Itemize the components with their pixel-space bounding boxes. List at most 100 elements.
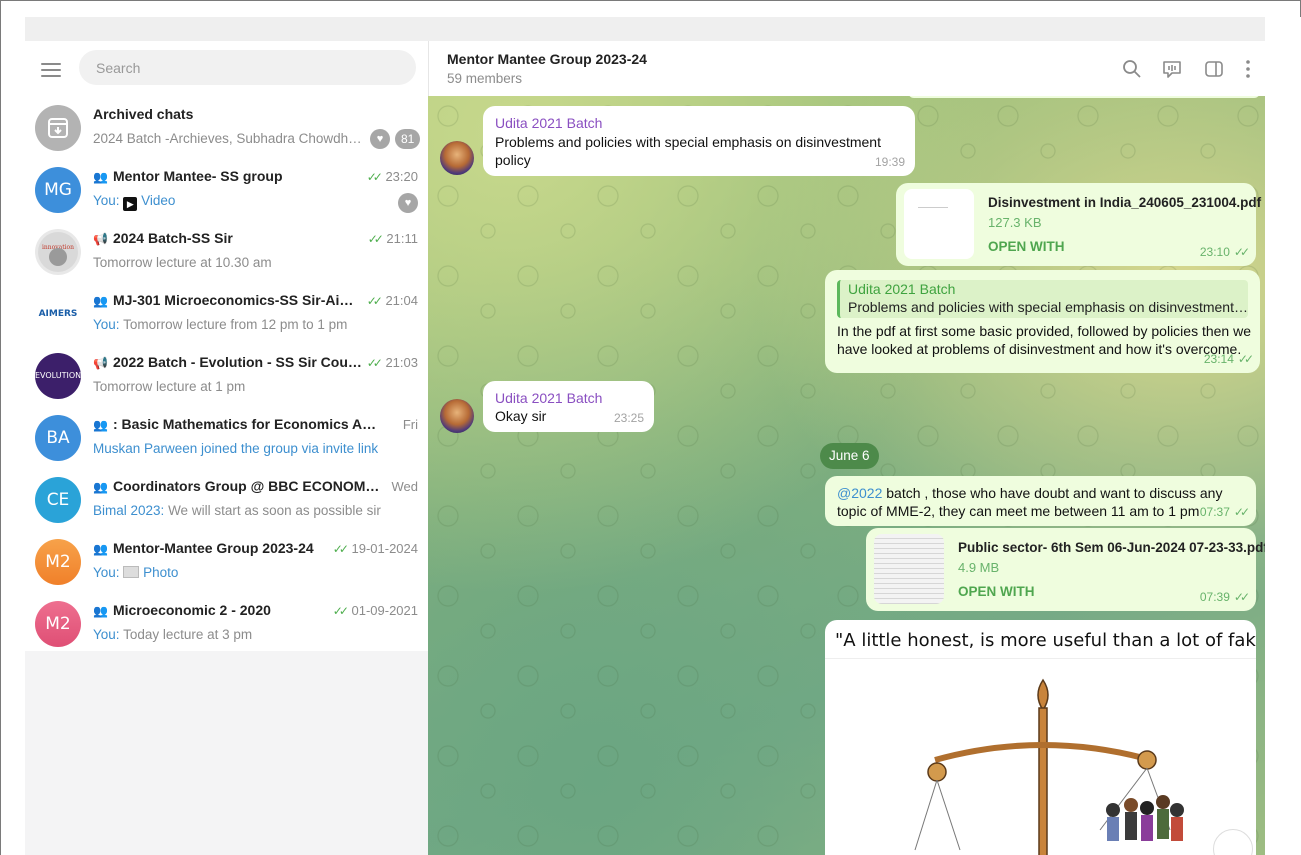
double-check-icon: ✓✓ bbox=[366, 294, 383, 308]
file-thumbnail[interactable] bbox=[904, 189, 974, 259]
chat-item[interactable]: M2 👥 Mentor-Mantee Group 2023-24 ✓✓ 19-01… bbox=[25, 533, 428, 595]
chat-item[interactable]: MG 👥 Mentor Mantee- SS group ✓✓ 23:20 You… bbox=[25, 161, 428, 223]
avatar: BA bbox=[35, 415, 81, 461]
reply-sender: Udita 2021 Batch bbox=[848, 281, 956, 297]
chat-header-title: Mentor Mantee Group 2023-24 bbox=[447, 51, 647, 67]
search-input[interactable] bbox=[79, 50, 416, 85]
avatar: AIMERS bbox=[35, 291, 81, 337]
double-check-icon: ✓✓ bbox=[1233, 590, 1250, 604]
chat-preview: Bimal 2023: We will start as soon as pos… bbox=[93, 503, 381, 518]
unread-count-badge: 81 bbox=[395, 129, 421, 149]
file-name: Disinvestment in India_240605_231004.pdf bbox=[988, 195, 1262, 210]
avatar: M2 bbox=[35, 539, 81, 585]
group-icon: 👥 bbox=[93, 480, 108, 494]
chat-item[interactable]: EVOLUTION 📢 2022 Batch - Evolution - SS S… bbox=[25, 347, 428, 409]
chat-item[interactable]: BA 👥: Basic Mathematics for Economics An… bbox=[25, 409, 428, 471]
archived-preview: 2024 Batch -Archieves, Subhadra Chowdhu.… bbox=[93, 131, 363, 146]
chat-list: Archived chats 2024 Batch -Archieves, Su… bbox=[25, 41, 428, 651]
group-icon: 👥 bbox=[93, 542, 108, 556]
message-time: 23:14 ✓✓ bbox=[1203, 352, 1254, 366]
message-time: 19:39 bbox=[874, 155, 905, 169]
double-check-icon: ✓✓ bbox=[1233, 245, 1250, 259]
chat-time: ✓✓ 21:03 bbox=[366, 355, 418, 370]
chat-title: 📢 2022 Batch - Evolution - SS Sir Course bbox=[93, 354, 363, 370]
file-message[interactable]: Public sector- 6th Sem 06-Jun-2024 07-23… bbox=[866, 528, 1265, 611]
voice-chat-icon[interactable] bbox=[1161, 58, 1183, 80]
chat-list-sidebar: Archived chats 2024 Batch -Archieves, Su… bbox=[25, 41, 428, 855]
avatar[interactable] bbox=[440, 399, 474, 433]
hamburger-menu-icon[interactable] bbox=[39, 59, 63, 79]
archived-title: Archived chats bbox=[93, 106, 194, 122]
photo-icon bbox=[123, 566, 140, 578]
message-bubble[interactable]: @2022 batch , those who have doubt and w… bbox=[825, 476, 1256, 526]
double-check-icon: ✓✓ bbox=[1237, 352, 1254, 366]
member-count: 59 members bbox=[447, 71, 523, 86]
scales-illustration bbox=[914, 678, 1184, 855]
file-size: 4.9 MB bbox=[958, 560, 1000, 575]
chat-header[interactable]: Mentor Mantee Group 2023-24 59 members bbox=[428, 41, 1265, 96]
chat-item[interactable]: innovation 📢 2024 Batch-SS Sir ✓✓ 21:11 T… bbox=[25, 223, 428, 285]
file-thumbnail[interactable] bbox=[874, 534, 944, 604]
reply-message[interactable]: Udita 2021 Batch Problems and policies w… bbox=[825, 270, 1260, 373]
avatar: M2 bbox=[35, 601, 81, 647]
group-icon: 👥 bbox=[93, 294, 108, 308]
message-bubble[interactable]: Udita 2021 Batch Problems and policies w… bbox=[483, 106, 915, 176]
avatar: CE bbox=[35, 477, 81, 523]
chat-preview: You: ▶ Video bbox=[93, 193, 176, 211]
channel-icon: 📢 bbox=[93, 232, 108, 246]
chat-item[interactable]: CE 👥 Coordinators Group @ BBC ECONOMICS W… bbox=[25, 471, 428, 533]
date-separator: June 6 bbox=[820, 443, 879, 469]
double-check-icon: ✓✓ bbox=[332, 604, 349, 618]
message-bubble[interactable]: Udita 2021 Batch Okay sir 23:25 bbox=[483, 381, 654, 432]
message-time: 23:25 bbox=[613, 411, 644, 425]
play-icon: ▶ bbox=[123, 197, 138, 211]
open-with-button[interactable]: OPEN WITH bbox=[988, 238, 1065, 256]
file-size: 127.3 KB bbox=[988, 215, 1042, 230]
chat-title: 👥 Coordinators Group @ BBC ECONOMICS bbox=[93, 478, 383, 494]
mention-link[interactable]: @2022 bbox=[837, 485, 882, 501]
chat-title: 👥 Mentor-Mantee Group 2023-24 bbox=[93, 540, 314, 556]
chat-time: ✓✓ 23:20 bbox=[366, 169, 418, 184]
chat-time: ✓✓ 01-09-2021 bbox=[332, 603, 418, 618]
chat-item[interactable]: M2 👥 Microeconomic 2 - 2020 ✓✓ 01-09-2021… bbox=[25, 595, 428, 657]
image-message[interactable]: "A little honest, is more useful than a … bbox=[825, 620, 1256, 855]
message-time: 07:39 ✓✓ bbox=[1199, 590, 1250, 604]
message-text: In the pdf at first some basic provided,… bbox=[837, 323, 1251, 357]
chat-preview: Muskan Parween joined the group via invi… bbox=[93, 441, 379, 456]
group-icon: 👥 bbox=[93, 604, 108, 618]
message-text: Okay sir bbox=[495, 408, 547, 424]
heart-icon: ♥ bbox=[398, 193, 418, 213]
message-sender[interactable]: Udita 2021 Batch bbox=[495, 389, 602, 407]
chat-title: 👥 MJ-301 Microeconomics-SS Sir-Aimers ... bbox=[93, 292, 363, 308]
open-with-button[interactable]: OPEN WITH bbox=[958, 583, 1035, 601]
double-check-icon: ✓✓ bbox=[366, 170, 383, 184]
chat-item[interactable]: AIMERS 👥 MJ-301 Microeconomics-SS Sir-Aim… bbox=[25, 285, 428, 347]
avatar: EVOLUTION bbox=[35, 353, 81, 399]
double-check-icon: ✓✓ bbox=[332, 542, 349, 556]
more-icon[interactable] bbox=[1237, 58, 1259, 80]
archived-chats-row[interactable]: Archived chats 2024 Batch -Archieves, Su… bbox=[25, 99, 428, 161]
avatar: innovation bbox=[35, 229, 81, 275]
chat-time: ✓✓ 21:11 bbox=[367, 231, 418, 246]
chat-time: ✓✓ 19-01-2024 bbox=[332, 541, 418, 556]
group-icon: 👥 bbox=[93, 170, 108, 184]
browser-top-bar bbox=[25, 17, 1265, 41]
message-sender[interactable]: Udita 2021 Batch bbox=[495, 114, 602, 132]
reply-quote[interactable]: Udita 2021 Batch Problems and policies w… bbox=[837, 280, 1248, 318]
avatar[interactable] bbox=[440, 141, 474, 175]
chat-title: 📢 2024 Batch-SS Sir bbox=[93, 230, 233, 246]
double-check-icon: ✓✓ bbox=[367, 232, 384, 246]
chat-time: ✓✓ 21:04 bbox=[366, 293, 418, 308]
search-icon[interactable] bbox=[1121, 58, 1143, 80]
file-message[interactable]: Disinvestment in India_240605_231004.pdf… bbox=[896, 183, 1261, 266]
chat-messages-area[interactable]: Udita 2021 Batch Problems and policies w… bbox=[428, 96, 1265, 855]
archive-icon bbox=[35, 105, 81, 151]
file-name: Public sector- 6th Sem 06-Jun-2024 07-23… bbox=[958, 540, 1265, 555]
chat-title: 👥 Mentor Mantee- SS group bbox=[93, 168, 283, 184]
chat-preview: You: Today lecture at 3 pm bbox=[93, 627, 253, 642]
group-icon: 👥 bbox=[93, 418, 108, 432]
divider bbox=[825, 658, 1256, 659]
right-margin bbox=[1265, 17, 1301, 855]
sidebar-toggle-icon[interactable] bbox=[1203, 58, 1225, 80]
message-bubble bbox=[908, 96, 1260, 98]
